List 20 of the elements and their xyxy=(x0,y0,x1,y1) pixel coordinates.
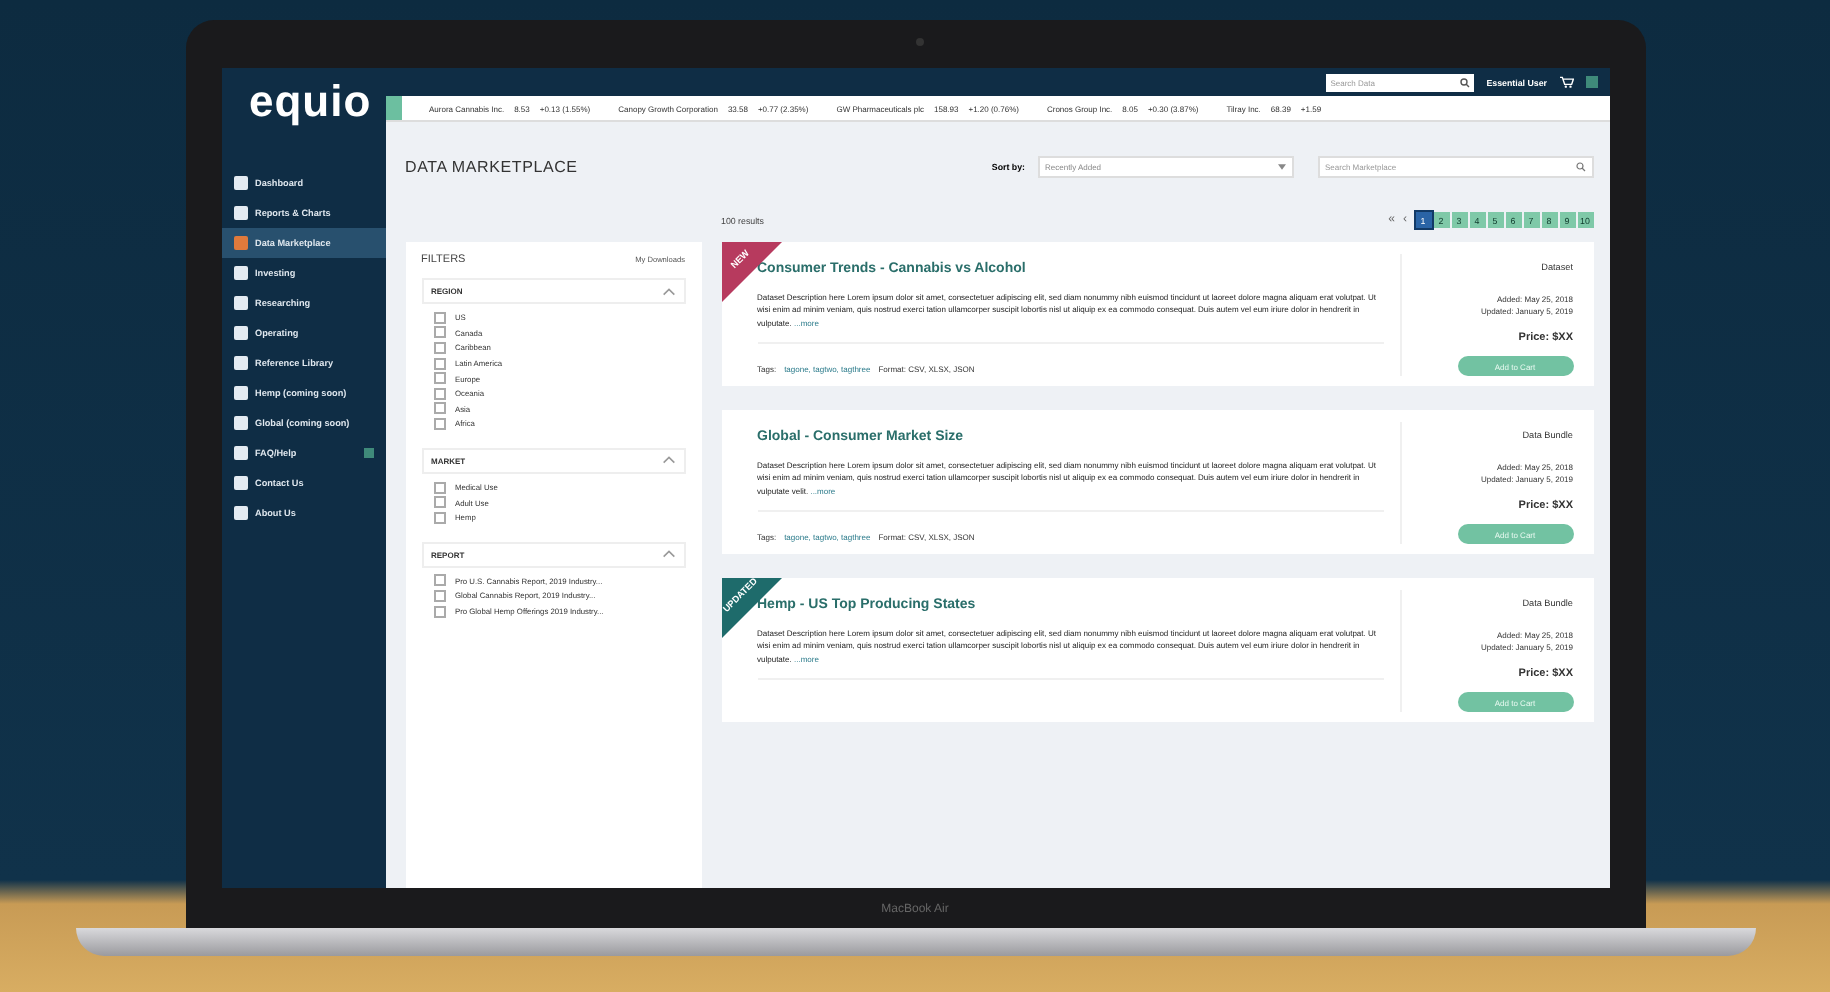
checkbox[interactable] xyxy=(433,589,445,602)
search-icon xyxy=(1575,161,1585,171)
checkbox[interactable] xyxy=(433,481,445,494)
checkbox[interactable] xyxy=(433,372,445,385)
page-title: DATA MARKETPLACE xyxy=(405,157,580,175)
checkbox[interactable] xyxy=(433,417,445,430)
caret-icon xyxy=(1277,163,1285,169)
checkbox[interactable] xyxy=(433,511,445,524)
checkbox[interactable] xyxy=(433,574,445,587)
checkbox[interactable] xyxy=(433,341,445,354)
checkbox[interactable] xyxy=(433,387,445,400)
checkbox[interactable] xyxy=(433,496,445,509)
search-icon xyxy=(1460,77,1471,87)
cart-icon[interactable] xyxy=(1559,76,1573,88)
checkbox[interactable] xyxy=(433,605,445,618)
checkbox[interactable] xyxy=(433,326,445,339)
checkbox[interactable] xyxy=(433,402,445,415)
checkbox[interactable] xyxy=(433,311,445,324)
logo: equio xyxy=(247,76,374,130)
checkbox[interactable] xyxy=(433,357,445,370)
